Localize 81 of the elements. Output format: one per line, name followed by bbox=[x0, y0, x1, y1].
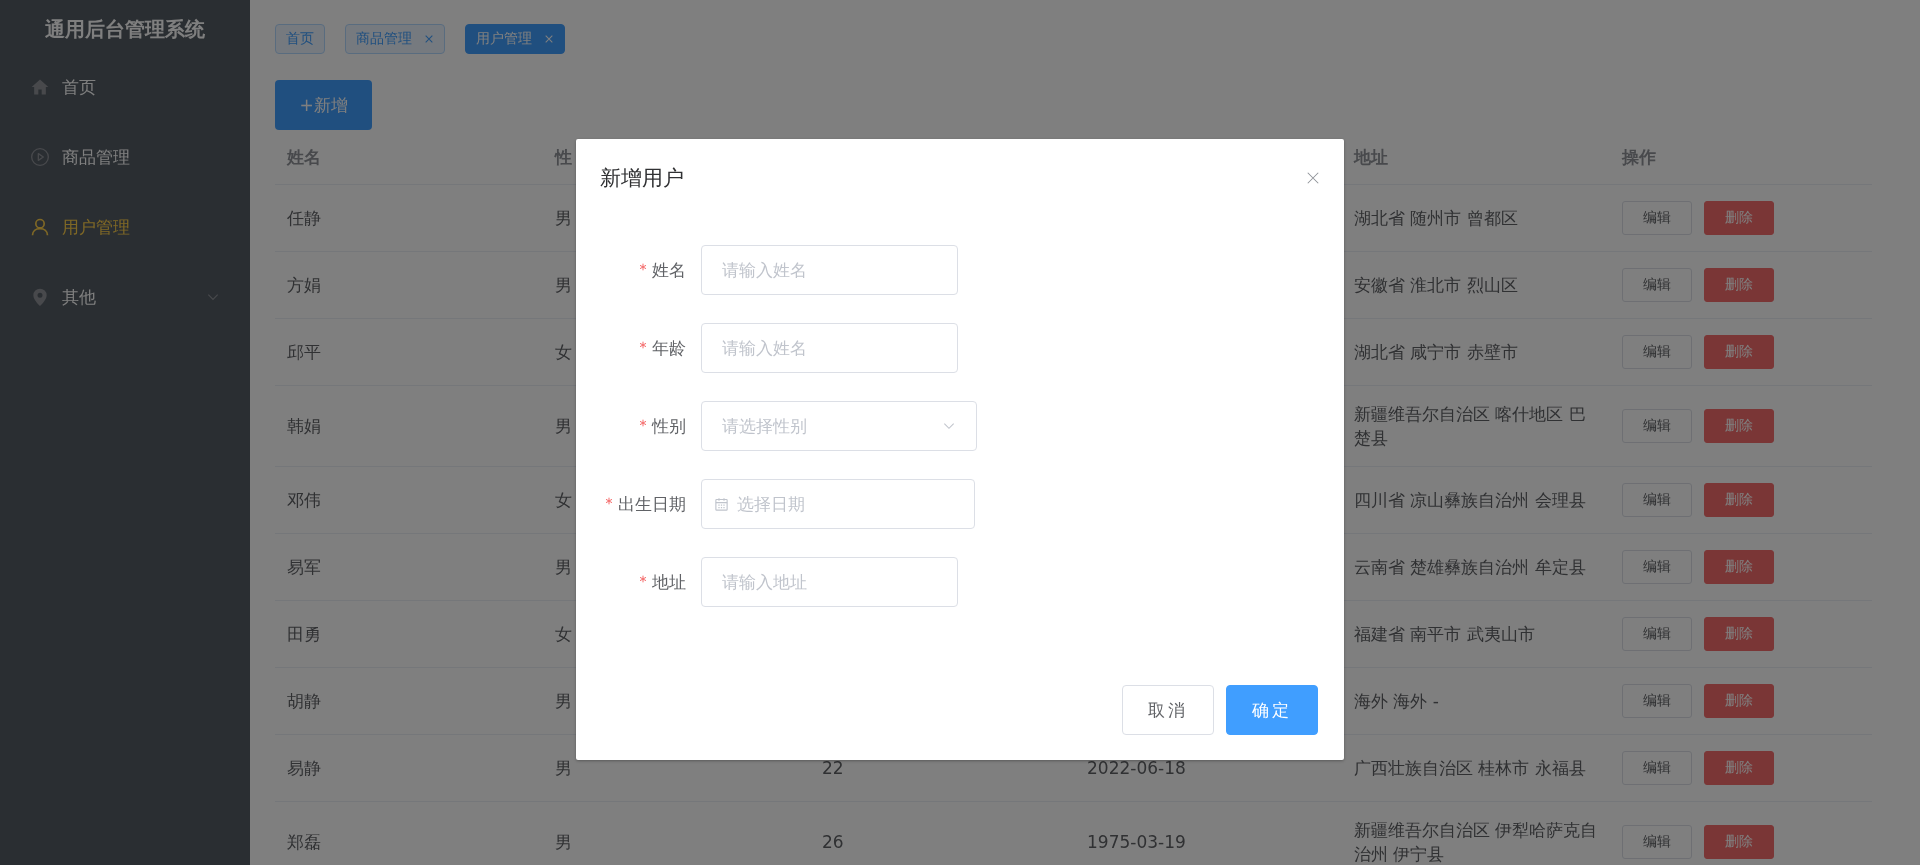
table-cell-text: 女 bbox=[555, 341, 572, 364]
table-cell-text: 湖北省 咸宁市 赤壁市 bbox=[1354, 341, 1518, 364]
field-label: 性别 bbox=[652, 414, 686, 438]
tab[interactable]: 用户管理 bbox=[465, 24, 565, 54]
delete-button[interactable]: 删除 bbox=[1704, 825, 1774, 859]
table-cell-text: 男 bbox=[555, 556, 572, 579]
table-cell-text: 男 bbox=[555, 690, 572, 713]
tab[interactable]: 首页 bbox=[275, 24, 325, 54]
table-cell-text: 邓伟 bbox=[287, 489, 321, 512]
table-cell-text: 云南省 楚雄彝族自治州 牟定县 bbox=[1354, 556, 1586, 579]
tab[interactable]: 商品管理 bbox=[345, 24, 445, 54]
delete-button[interactable]: 删除 bbox=[1704, 268, 1774, 302]
cancel-button[interactable]: 取消 bbox=[1122, 685, 1214, 735]
table-cell-text: 韩娟 bbox=[287, 415, 321, 438]
edit-button[interactable]: 编辑 bbox=[1622, 335, 1692, 369]
confirm-button[interactable]: 确定 bbox=[1226, 685, 1318, 735]
delete-button[interactable]: 删除 bbox=[1704, 751, 1774, 785]
table-cell-text: 男 bbox=[555, 274, 572, 297]
table-cell-text: 易静 bbox=[287, 757, 321, 780]
table-cell-text: 胡静 bbox=[287, 690, 321, 713]
home-icon bbox=[30, 77, 50, 97]
table-cell-text: 男 bbox=[555, 757, 572, 780]
table-cell-text: 任静 bbox=[287, 207, 321, 230]
field-label: 姓名 bbox=[652, 258, 686, 282]
edit-button[interactable]: 编辑 bbox=[1622, 483, 1692, 517]
input-field[interactable]: 请输入姓名 bbox=[701, 245, 958, 295]
edit-button[interactable]: 编辑 bbox=[1622, 751, 1692, 785]
table-cell-text: 郑磊 bbox=[287, 831, 321, 854]
delete-button[interactable]: 删除 bbox=[1704, 335, 1774, 369]
table-cell-text: 安徽省 淮北市 烈山区 bbox=[1354, 274, 1518, 297]
table-cell-text: 26 bbox=[822, 831, 844, 854]
table-cell-text: 22 bbox=[822, 757, 844, 780]
field-label: 年龄 bbox=[652, 336, 686, 360]
edit-button[interactable]: 编辑 bbox=[1622, 409, 1692, 443]
input-field[interactable]: 请输入姓名 bbox=[701, 323, 958, 373]
date-field[interactable]: 选择日期 bbox=[701, 479, 975, 529]
table-cell-text: 易军 bbox=[287, 556, 321, 579]
table-cell-text: 四川省 凉山彝族自治州 会理县 bbox=[1354, 489, 1586, 512]
delete-button[interactable]: 删除 bbox=[1704, 684, 1774, 718]
table-cell-text: 1975-03-19 bbox=[1087, 831, 1186, 854]
table-cell-text: 福建省 南平市 武夷山市 bbox=[1354, 623, 1535, 646]
table-cell-text: 方娟 bbox=[287, 274, 321, 297]
select-field[interactable]: 请选择性别 bbox=[701, 401, 977, 451]
menu-item[interactable]: 首页 bbox=[0, 52, 250, 122]
table-cell-text: 新疆维吾尔自治区 喀什地区 巴楚县 bbox=[1354, 403, 1587, 450]
menu-item[interactable]: 用户管理 bbox=[0, 192, 250, 262]
user-icon bbox=[30, 217, 50, 237]
table-cell-text: 2022-06-18 bbox=[1087, 757, 1186, 780]
add-button[interactable]: +新增 bbox=[275, 80, 372, 130]
close-icon bbox=[1306, 171, 1320, 185]
location-pin-icon bbox=[30, 287, 50, 307]
field-label: 出生日期 bbox=[618, 492, 686, 516]
table-cell-text: 男 bbox=[555, 207, 572, 230]
menu-item[interactable]: 其他 bbox=[0, 262, 250, 332]
table-cell-text: 海外 海外 - bbox=[1354, 690, 1439, 713]
calendar-icon bbox=[714, 496, 729, 512]
table-cell-text: 女 bbox=[555, 623, 572, 646]
edit-button[interactable]: 编辑 bbox=[1622, 201, 1692, 235]
field-label: 地址 bbox=[652, 570, 686, 594]
table-cell-text: 男 bbox=[555, 831, 572, 854]
table-cell-text: 男 bbox=[555, 415, 572, 438]
table-cell-text: 广西壮族自治区 桂林市 永福县 bbox=[1354, 757, 1586, 780]
delete-button[interactable]: 删除 bbox=[1704, 201, 1774, 235]
edit-button[interactable]: 编辑 bbox=[1622, 268, 1692, 302]
play-circle-icon bbox=[30, 147, 50, 167]
table-cell-text: 邱平 bbox=[287, 341, 321, 364]
edit-button[interactable]: 编辑 bbox=[1622, 617, 1692, 651]
app-title: 通用后台管理系统 bbox=[44, 16, 206, 43]
menu-item[interactable]: 商品管理 bbox=[0, 122, 250, 192]
table-cell-text: 田勇 bbox=[287, 623, 321, 646]
delete-button[interactable]: 删除 bbox=[1704, 617, 1774, 651]
edit-button[interactable]: 编辑 bbox=[1622, 825, 1692, 859]
table-cell-text: 湖北省 随州市 曾都区 bbox=[1354, 207, 1518, 230]
table-cell-text: 新疆维吾尔自治区 伊犁哈萨克自治州 伊宁县 bbox=[1354, 819, 1598, 865]
edit-button[interactable]: 编辑 bbox=[1622, 684, 1692, 718]
delete-button[interactable]: 删除 bbox=[1704, 550, 1774, 584]
delete-button[interactable]: 删除 bbox=[1704, 409, 1774, 443]
edit-button[interactable]: 编辑 bbox=[1622, 550, 1692, 584]
delete-button[interactable]: 删除 bbox=[1704, 483, 1774, 517]
table-cell-text: 女 bbox=[555, 489, 572, 512]
input-field[interactable]: 请输入地址 bbox=[701, 557, 958, 607]
